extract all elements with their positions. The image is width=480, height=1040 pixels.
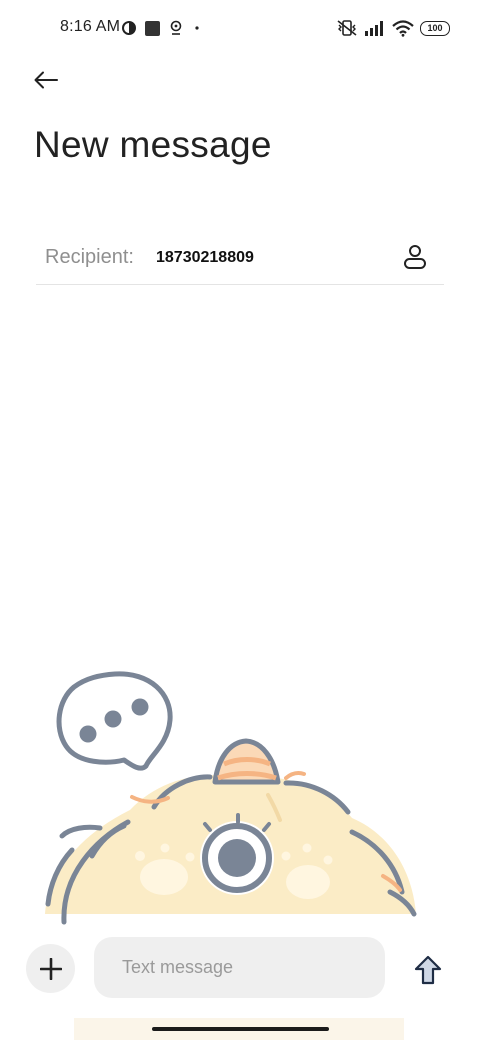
wifi-icon — [392, 19, 414, 37]
attach-button[interactable] — [26, 944, 75, 993]
new-message-screen: 8:16 AM 100 New message Recipient: 18730… — [0, 0, 480, 1040]
status-bar: 8:16 AM 100 — [0, 0, 480, 56]
arrow-left-icon — [34, 71, 58, 89]
creature-illustration — [45, 738, 417, 925]
send-button[interactable] — [408, 950, 448, 990]
battery-icon: 100 — [420, 20, 450, 36]
battery-level: 100 — [427, 22, 443, 33]
vibrate-icon — [337, 20, 357, 36]
page-title: New message — [34, 124, 272, 165]
message-input[interactable] — [94, 937, 385, 998]
speech-bubble-icon — [56, 671, 173, 771]
status-notification-icons — [122, 18, 202, 38]
data-saver-icon — [122, 21, 136, 35]
recipient-field[interactable]: Recipient: 18730218809 — [36, 232, 444, 285]
status-system-icons: 100 — [336, 17, 450, 39]
location-icon — [170, 20, 182, 35]
arrow-up-icon — [414, 955, 442, 985]
signal-icon — [365, 21, 383, 36]
contact-picker-button[interactable] — [400, 241, 430, 273]
dot-icon — [195, 26, 199, 30]
home-indicator[interactable] — [152, 1027, 329, 1031]
back-button[interactable] — [28, 64, 64, 96]
square-notification-icon — [145, 20, 160, 36]
person-icon — [404, 245, 426, 269]
recipient-number[interactable]: 18730218809 — [156, 249, 254, 267]
plus-icon — [39, 957, 62, 980]
message-composer — [0, 914, 480, 1024]
status-time: 8:16 AM — [60, 18, 121, 35]
recipient-label: Recipient: — [45, 246, 134, 268]
